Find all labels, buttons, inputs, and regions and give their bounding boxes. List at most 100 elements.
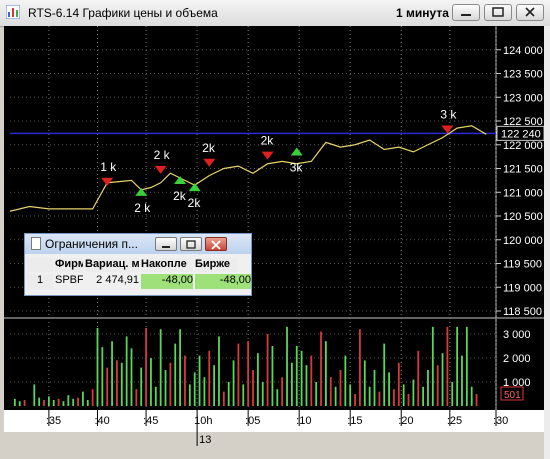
volume-bar <box>305 365 308 406</box>
volume-bar <box>417 350 420 406</box>
marker-label: 3 k <box>440 108 457 122</box>
maximize-icon <box>186 240 196 249</box>
volume-bar <box>373 370 376 406</box>
marker-label: 2k <box>173 189 187 203</box>
volume-bar <box>329 377 332 406</box>
current-volume-label: 501 <box>504 390 521 401</box>
volume-bar <box>436 365 439 406</box>
maximize-button[interactable] <box>484 4 512 21</box>
volume-bar <box>446 326 449 406</box>
volume-bar <box>145 328 147 406</box>
volume-bar <box>101 347 104 406</box>
marker-label: 2k <box>261 134 275 148</box>
day-label: 13 <box>199 434 211 446</box>
sell-marker <box>154 165 167 174</box>
time-tick-label: :15 <box>347 415 362 427</box>
volume-bar <box>441 353 444 406</box>
volume-bar <box>106 367 109 406</box>
volume-bar <box>451 382 454 406</box>
volume-bar <box>91 389 94 406</box>
volume-bar <box>261 382 264 406</box>
limits-window[interactable]: Ограничения п... Фирм Вариац. м Накопле … <box>24 233 252 296</box>
title-bar: RTS-6.14 Графики цены и объема 1 минута <box>0 0 550 27</box>
volume-bar <box>193 372 196 406</box>
volume-bar <box>431 326 434 406</box>
time-tick-label: 10h <box>194 415 212 427</box>
marker-label: 2k <box>188 196 202 210</box>
marker-label: 1 k <box>100 160 117 174</box>
limits-maximize-button[interactable] <box>180 237 202 251</box>
volume-bar <box>33 384 36 406</box>
volume-bar <box>52 400 55 406</box>
limits-window-titlebar[interactable]: Ограничения п... <box>25 234 251 254</box>
volume-bar <box>86 400 89 406</box>
volume-bar <box>47 396 50 406</box>
volume-bar <box>213 365 216 406</box>
volume-bar <box>57 398 60 406</box>
marker-label: 2 k <box>134 201 151 215</box>
volume-bar <box>130 348 133 406</box>
volume-bar <box>271 346 274 406</box>
close-button[interactable] <box>516 4 544 21</box>
volume-bar <box>397 362 400 406</box>
row-number: 1 <box>27 274 53 289</box>
marker-label: 2k <box>202 141 216 155</box>
volume-bar <box>72 398 75 406</box>
window-title: RTS-6.14 Графики цены и объема <box>28 6 218 20</box>
volume-bar <box>363 360 366 406</box>
volume-bar <box>140 367 143 406</box>
table-cell[interactable]: -48,00 <box>141 274 193 289</box>
volume-bar <box>300 350 303 406</box>
price-tick-label: 122 000 <box>503 140 543 152</box>
column-header[interactable]: Бирже <box>195 258 237 272</box>
volume-bar <box>388 372 390 406</box>
table-cell[interactable]: SPBFL <box>55 274 83 289</box>
volume-bar <box>23 400 26 406</box>
time-tick-label: :30 <box>493 415 508 427</box>
limits-window-title: Ограничения п... <box>45 237 138 251</box>
price-tick-label: 120 000 <box>503 235 543 247</box>
column-header[interactable]: Фирм <box>55 258 83 272</box>
volume-bar <box>315 382 318 406</box>
volume-bar <box>393 389 395 406</box>
volume-bar <box>461 355 463 406</box>
volume-bar <box>349 384 352 406</box>
volume-bar <box>465 326 468 406</box>
limits-minimize-button[interactable] <box>155 237 177 251</box>
volume-bar <box>159 329 162 406</box>
volume-bar <box>169 362 172 406</box>
volume-bar <box>456 326 459 406</box>
table-cell[interactable]: -48,00 <box>195 274 251 289</box>
buy-marker <box>290 147 303 156</box>
time-tick-label: :20 <box>398 415 413 427</box>
buy-marker <box>188 183 201 192</box>
volume-bar <box>203 377 206 406</box>
volume-bar <box>242 384 245 406</box>
price-tick-label: 123 000 <box>503 92 543 104</box>
volume-bar <box>412 379 415 406</box>
vertical-scrollbar[interactable] <box>544 26 550 459</box>
price-tick-label: 120 500 <box>503 211 543 223</box>
bottom-panel <box>4 432 544 458</box>
volume-bar <box>125 336 128 406</box>
document-icon <box>31 237 41 250</box>
volume-bar <box>237 343 240 406</box>
limits-close-button[interactable] <box>205 237 227 251</box>
sell-marker <box>203 158 216 167</box>
current-price-label: 122 240 <box>501 128 541 140</box>
time-axis-strip <box>4 410 544 432</box>
table-cell[interactable]: 2 474,91 <box>85 274 139 289</box>
minimize-button[interactable] <box>452 4 480 21</box>
minimize-icon <box>461 14 471 16</box>
volume-bar <box>470 386 473 406</box>
volume-bar <box>276 389 279 406</box>
volume-bar <box>198 355 201 406</box>
column-header[interactable]: Вариац. м <box>85 258 139 272</box>
volume-bar <box>266 334 269 406</box>
price-tick-label: 119 500 <box>503 259 542 271</box>
column-header[interactable]: Накопле <box>141 258 193 272</box>
volume-bar <box>96 328 99 406</box>
interval-label[interactable]: 1 минута <box>396 6 449 20</box>
time-tick-label: :45 <box>143 415 158 427</box>
close-icon <box>211 240 221 250</box>
